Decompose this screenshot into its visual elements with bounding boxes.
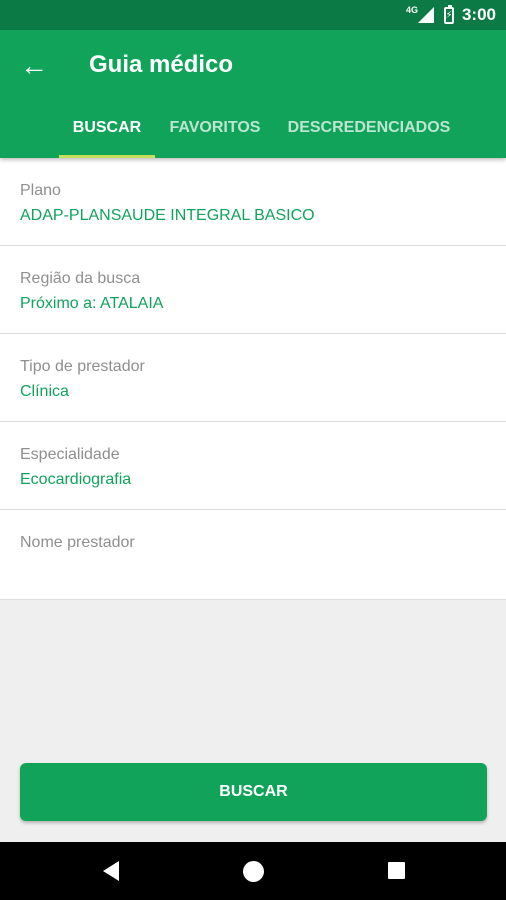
tab-favoritos[interactable]: FAVORITOS [162, 98, 268, 158]
search-form: Plano ADAP-PLANSAUDE INTEGRAL BASICO Reg… [0, 158, 506, 600]
field-value: Clínica [20, 383, 69, 400]
field-tipo-prestador[interactable]: Tipo de prestador Clínica [0, 334, 506, 422]
nav-back-icon[interactable] [103, 861, 119, 881]
field-value: Próximo a: ATALAIA [20, 295, 164, 312]
status-time: 3:00 [461, 5, 496, 24]
field-value: ADAP-PLANSAUDE INTEGRAL BASICO [20, 207, 315, 224]
system-nav-bar [0, 842, 506, 900]
field-label: Tipo de prestador [20, 358, 145, 375]
signal-icon [417, 7, 434, 23]
arrow-left-icon: ← [20, 50, 48, 81]
tab-bar: BUSCAR FAVORITOS DESCREDENCIADOS [0, 98, 506, 158]
field-nome-prestador[interactable]: Nome prestador [0, 510, 506, 600]
field-label: Plano [20, 182, 61, 199]
field-label: Nome prestador [20, 534, 135, 551]
field-regiao-busca[interactable]: Região da busca Próximo a: ATALAIA [0, 246, 506, 334]
page-title: Guia médico [89, 51, 234, 78]
field-especialidade[interactable]: Especialidade Ecocardiografia [0, 422, 506, 510]
tab-descredenciados[interactable]: DESCREDENCIADOS [282, 98, 456, 158]
nav-home-icon[interactable] [243, 861, 264, 882]
status-bar: 4G ⚡ 3:00 [0, 0, 506, 30]
nav-recent-apps-icon[interactable] [388, 862, 405, 879]
field-value: Ecocardiografia [20, 471, 132, 488]
network-type: 4G [405, 5, 418, 15]
app-bar: ← Guia médico BUSCAR FAVORITOS DESCREDEN… [0, 30, 506, 158]
tab-buscar[interactable]: BUSCAR [59, 98, 155, 158]
back-button[interactable]: ← [14, 46, 54, 86]
field-label: Região da busca [20, 270, 141, 287]
field-label: Especialidade [20, 446, 120, 463]
battery-charging-icon: ⚡ [443, 4, 454, 24]
field-plano[interactable]: Plano ADAP-PLANSAUDE INTEGRAL BASICO [0, 158, 506, 246]
buscar-button[interactable]: BUSCAR [20, 763, 487, 821]
tab-indicator [59, 155, 155, 158]
